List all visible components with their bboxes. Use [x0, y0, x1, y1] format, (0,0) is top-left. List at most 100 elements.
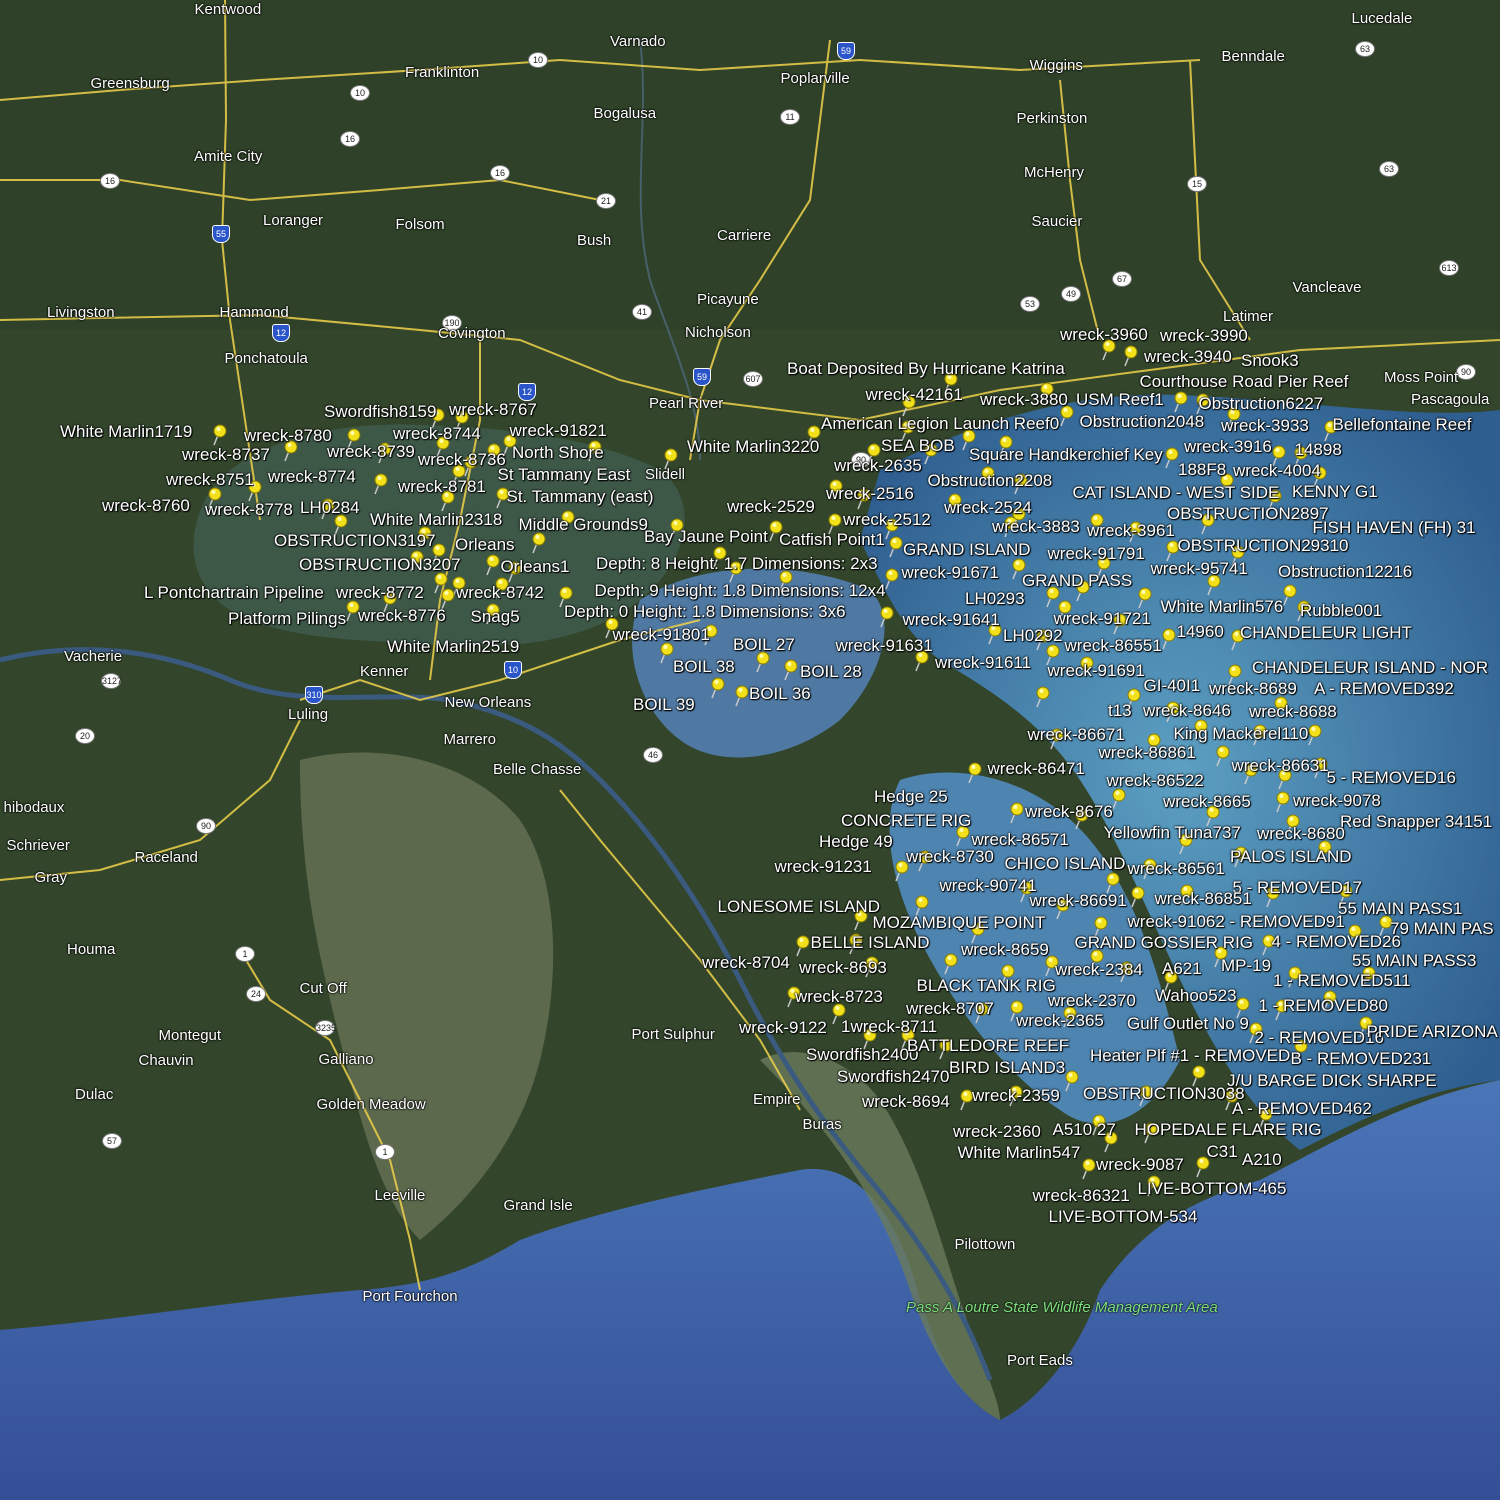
placemark-pin-icon[interactable] [727, 561, 743, 583]
placemark-pin-icon[interactable] [1276, 768, 1292, 790]
placemark-pin-icon[interactable] [1048, 728, 1064, 750]
placemark-pin-icon[interactable] [702, 624, 718, 646]
placemark-pin-icon[interactable] [986, 623, 1002, 645]
placemark-pin-icon[interactable] [1272, 696, 1288, 718]
placemark-pin-icon[interactable] [1074, 580, 1090, 602]
placemark-pin-icon[interactable] [586, 440, 602, 462]
placemark-pin-icon[interactable] [887, 536, 903, 558]
placemark-pin-icon[interactable] [1264, 886, 1280, 908]
placemark-pin-icon[interactable] [830, 1003, 846, 1025]
placemark-pin-icon[interactable] [1127, 521, 1143, 543]
placemark-pin-icon[interactable] [1104, 872, 1120, 894]
placemark-pin-icon[interactable] [1122, 345, 1138, 367]
placemark-pin-icon[interactable] [997, 435, 1013, 457]
placemark-pin-icon[interactable] [206, 487, 222, 509]
placemark-pin-icon[interactable] [900, 395, 916, 417]
satellite-map[interactable]: 10 59 63 10 11 16 16 16 15 63 21 55 613 67 49 53 41 12 190… [0, 0, 1500, 1500]
placemark-pin-icon[interactable] [973, 1002, 989, 1024]
placemark-pin-icon[interactable] [1136, 587, 1152, 609]
placemark-pin-icon[interactable] [485, 443, 501, 465]
placemark-pin-icon[interactable] [1205, 574, 1221, 596]
placemark-pin-icon[interactable] [1260, 934, 1276, 956]
placemark-pin-icon[interactable] [733, 685, 749, 707]
placemark-pin-icon[interactable] [1118, 961, 1134, 983]
placemark-pin-icon[interactable] [1218, 473, 1234, 495]
placemark-pin-icon[interactable] [1251, 724, 1267, 746]
placemark-pin-icon[interactable] [1270, 445, 1286, 467]
placemark-pin-icon[interactable] [767, 520, 783, 542]
placemark-pin-icon[interactable] [1247, 1022, 1263, 1044]
placemark-pin-icon[interactable] [1145, 1175, 1161, 1197]
placemark-pin-icon[interactable] [1088, 513, 1104, 535]
placemark-pin-icon[interactable] [782, 659, 798, 681]
placemark-pin-icon[interactable] [603, 617, 619, 639]
placemark-pin-icon[interactable] [1177, 833, 1193, 855]
placemark-pin-icon[interactable] [863, 956, 879, 978]
placemark-pin-icon[interactable] [1194, 393, 1210, 415]
placemark-pin-icon[interactable] [1292, 1039, 1308, 1061]
placemark-pin-icon[interactable] [430, 543, 446, 565]
placemark-pin-icon[interactable] [942, 372, 958, 394]
placemark-pin-icon[interactable] [1160, 628, 1176, 650]
placemark-pin-icon[interactable] [954, 825, 970, 847]
placemark-pin-icon[interactable] [1054, 898, 1070, 920]
placemark-pin-icon[interactable] [1058, 405, 1074, 427]
placemark-pin-icon[interactable] [1073, 808, 1089, 830]
placemark-pin-icon[interactable] [1286, 966, 1302, 988]
placemark-pin-icon[interactable] [1273, 999, 1289, 1021]
placemark-pin-icon[interactable] [946, 493, 962, 515]
placemark-pin-icon[interactable] [1229, 545, 1245, 567]
placemark-pin-icon[interactable] [559, 510, 575, 532]
placemark-pin-icon[interactable] [557, 586, 573, 608]
placemark-pin-icon[interactable] [662, 448, 678, 470]
placemark-pin-icon[interactable] [530, 532, 546, 554]
placemark-pin-icon[interactable] [408, 550, 424, 572]
placemark-pin-icon[interactable] [969, 922, 985, 944]
placemark-pin-icon[interactable] [913, 650, 929, 672]
placemark-pin-icon[interactable] [429, 408, 445, 430]
placemark-pin-icon[interactable] [958, 1089, 974, 1111]
placemark-pin-icon[interactable] [852, 909, 868, 931]
placemark-pin-icon[interactable] [883, 568, 899, 590]
placemark-pin-icon[interactable] [1357, 1016, 1373, 1038]
placemark-pin-icon[interactable] [1095, 556, 1111, 578]
placemark-pin-icon[interactable] [1192, 719, 1208, 741]
placemark-pin-icon[interactable] [855, 488, 871, 510]
placemark-pin-icon[interactable] [319, 498, 335, 520]
placemark-pin-icon[interactable] [1199, 513, 1215, 535]
placemark-pin-icon[interactable] [1092, 916, 1108, 938]
placemark-pin-icon[interactable] [1337, 884, 1353, 906]
placemark-pin-icon[interactable] [1274, 791, 1290, 813]
placemark-pin-icon[interactable] [432, 572, 448, 594]
placemark-pin-icon[interactable] [1214, 745, 1230, 767]
placemark-pin-icon[interactable] [899, 420, 915, 442]
placemark-pin-icon[interactable] [754, 651, 770, 673]
placemark-pin-icon[interactable] [493, 577, 509, 599]
placemark-pin-icon[interactable] [1190, 1065, 1206, 1087]
placemark-pin-icon[interactable] [960, 429, 976, 451]
placemark-pin-icon[interactable] [1360, 966, 1376, 988]
placemark-pin-icon[interactable] [344, 600, 360, 622]
placemark-pin-icon[interactable] [1225, 407, 1241, 429]
placemark-pin-icon[interactable] [827, 479, 843, 501]
placemark-pin-icon[interactable] [1204, 805, 1220, 827]
placemark-pin-icon[interactable] [1038, 382, 1054, 404]
placemark-pin-icon[interactable] [1312, 757, 1328, 779]
placemark-pin-icon[interactable] [1172, 391, 1188, 413]
placemark-pin-icon[interactable] [1034, 686, 1050, 708]
placemark-pin-icon[interactable] [494, 487, 510, 509]
placemark-pin-icon[interactable] [1061, 1006, 1077, 1028]
placemark-pin-icon[interactable] [1311, 466, 1327, 488]
placemark-pin-icon[interactable] [1007, 1085, 1023, 1107]
placemark-pin-icon[interactable] [1322, 420, 1338, 442]
placemark-pin-icon[interactable] [1010, 507, 1026, 529]
placemark-pin-icon[interactable] [246, 480, 262, 502]
placemark-pin-icon[interactable] [826, 513, 842, 535]
placemark-pin-icon[interactable] [794, 935, 810, 957]
placemark-pin-icon[interactable] [434, 436, 450, 458]
placemark-pin-icon[interactable] [376, 442, 392, 464]
placemark-pin-icon[interactable] [1102, 1131, 1118, 1153]
placemark-pin-icon[interactable] [1088, 949, 1104, 971]
placemark-pin-icon[interactable] [450, 464, 466, 486]
placemark-pin-icon[interactable] [1044, 644, 1060, 666]
